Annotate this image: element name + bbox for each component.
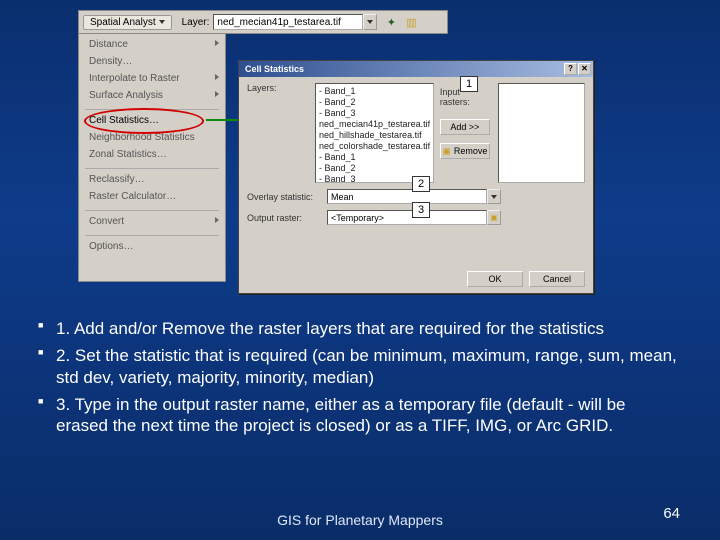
menu-separator xyxy=(85,106,219,110)
menu-item-raster-calculator[interactable]: Raster Calculator… xyxy=(79,188,225,205)
menu-item-cell-statistics[interactable]: Cell Statistics… xyxy=(79,112,225,129)
footer-text: GIS for Planetary Mappers xyxy=(0,512,720,528)
page-number: 64 xyxy=(663,505,680,522)
list-item[interactable]: - Band_1 xyxy=(319,86,430,97)
chevron-down-icon xyxy=(491,195,497,199)
toolbar: Spatial Analyst Layer: ned_mecian41p_tes… xyxy=(78,10,448,34)
output-raster-value: <Temporary> xyxy=(331,213,384,223)
list-item[interactable]: - Band_2 xyxy=(319,163,430,174)
spatial-analyst-menu: Distance Density… Interpolate to Raster … xyxy=(78,34,226,282)
ok-button[interactable]: OK xyxy=(467,271,523,287)
layer-value: ned_mecian41p_testarea.tif xyxy=(217,15,340,30)
menu-label: Cell Statistics… xyxy=(89,115,159,126)
list-item[interactable]: ned_hillshade_testarea.tif xyxy=(319,130,430,141)
input-rasters-listbox[interactable] xyxy=(498,83,585,183)
bullet-item: 2. Set the statistic that is required (c… xyxy=(38,345,678,388)
overlay-stat-label: Overlay statistic: xyxy=(247,192,327,202)
overlay-stat-select[interactable]: Mean xyxy=(327,189,487,204)
help-button[interactable]: ? xyxy=(564,63,577,75)
layer-label: Layer: xyxy=(182,17,210,28)
list-item[interactable]: - Band_1 xyxy=(319,152,430,163)
menu-item-distance[interactable]: Distance xyxy=(79,36,225,53)
menu-separator xyxy=(85,232,219,236)
list-item[interactable]: - Band_3 xyxy=(319,108,430,119)
layers-listbox[interactable]: - Band_1 - Band_2 - Band_3 ned_mecian41p… xyxy=(315,83,434,183)
menu-label: Convert xyxy=(89,216,124,227)
callout-3: 3 xyxy=(412,202,430,218)
menu-label: Interpolate to Raster xyxy=(89,73,180,84)
menu-item-density[interactable]: Density… xyxy=(79,53,225,70)
chevron-right-icon xyxy=(215,40,219,46)
menu-separator xyxy=(85,165,219,169)
cancel-label: Cancel xyxy=(543,272,571,286)
menu-item-interpolate[interactable]: Interpolate to Raster xyxy=(79,70,225,87)
menu-label: Neighborhood Statistics xyxy=(89,132,195,143)
menu-item-options[interactable]: Options… xyxy=(79,238,225,255)
menu-label: Options… xyxy=(89,241,133,252)
list-item[interactable]: ned_colorshade_testarea.tif xyxy=(319,141,430,152)
output-browse-button[interactable]: ▣ xyxy=(487,210,501,225)
menu-item-zonal[interactable]: Zonal Statistics… xyxy=(79,146,225,163)
add-button[interactable]: Add >> xyxy=(440,119,490,135)
close-button[interactable]: ✕ xyxy=(578,63,591,75)
list-item[interactable]: - Band_2 xyxy=(319,97,430,108)
screenshot-area: Spatial Analyst Layer: ned_mecian41p_tes… xyxy=(78,10,598,298)
menu-label: Distance xyxy=(89,39,128,50)
menu-item-convert[interactable]: Convert xyxy=(79,213,225,230)
callout-2: 2 xyxy=(412,176,430,192)
spatial-analyst-label: Spatial Analyst xyxy=(90,17,156,28)
layer-dropdown-button[interactable] xyxy=(363,14,377,30)
bullet-list: 1. Add and/or Remove the raster layers t… xyxy=(38,318,678,442)
callout-1: 1 xyxy=(460,76,478,92)
menu-label: Surface Analysis xyxy=(89,90,163,101)
cancel-button[interactable]: Cancel xyxy=(529,271,585,287)
overlay-stat-dropdown[interactable] xyxy=(487,189,501,204)
menu-item-reclassify[interactable]: Reclassify… xyxy=(79,171,225,188)
bullet-item: 1. Add and/or Remove the raster layers t… xyxy=(38,318,678,339)
output-raster-input[interactable]: <Temporary> xyxy=(327,210,487,225)
layer-select[interactable]: ned_mecian41p_testarea.tif xyxy=(213,14,363,30)
output-raster-label: Output raster: xyxy=(247,213,327,223)
bullet-item: 3. Type in the output raster name, eithe… xyxy=(38,394,678,437)
dialog-titlebar: Cell Statistics ? ✕ xyxy=(239,61,593,77)
menu-label: Zonal Statistics… xyxy=(89,149,167,160)
chevron-down-icon xyxy=(159,20,165,24)
chevron-right-icon xyxy=(215,217,219,223)
menu-separator xyxy=(85,207,219,211)
spatial-analyst-menu-button[interactable]: Spatial Analyst xyxy=(83,15,172,30)
chevron-down-icon xyxy=(367,20,373,24)
dialog-title: Cell Statistics xyxy=(245,64,304,74)
histogram-tool-icon[interactable]: ▥ xyxy=(403,14,419,30)
remove-label: Remove xyxy=(454,144,488,158)
remove-button[interactable]: ▣ Remove xyxy=(440,143,490,159)
list-item[interactable]: ned_mecian41p_testarea.tif xyxy=(319,119,430,130)
overlay-stat-value: Mean xyxy=(331,192,354,202)
folder-icon: ▣ xyxy=(490,213,498,222)
menu-item-surface[interactable]: Surface Analysis xyxy=(79,87,225,104)
folder-icon: ▣ xyxy=(442,144,451,158)
contour-tool-icon[interactable]: ✦ xyxy=(383,14,399,30)
menu-label: Reclassify… xyxy=(89,174,145,185)
chevron-right-icon xyxy=(215,74,219,80)
layers-label: Layers: xyxy=(247,83,315,93)
ok-label: OK xyxy=(488,272,501,286)
menu-label: Density… xyxy=(89,56,132,67)
chevron-right-icon xyxy=(215,91,219,97)
menu-item-neighborhood[interactable]: Neighborhood Statistics xyxy=(79,129,225,146)
add-label: Add >> xyxy=(450,120,479,134)
menu-label: Raster Calculator… xyxy=(89,191,176,202)
